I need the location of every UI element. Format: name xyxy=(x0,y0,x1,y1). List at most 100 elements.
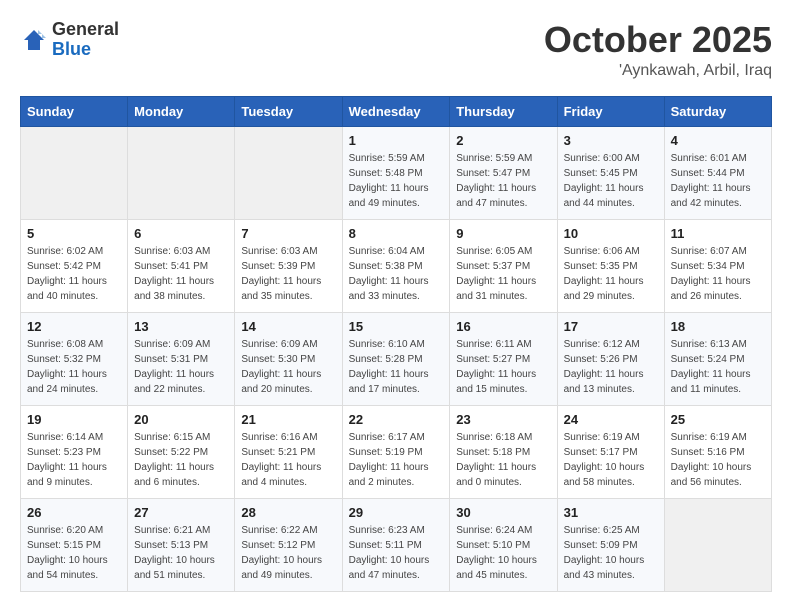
calendar-cell: 22 Sunrise: 6:17 AM Sunset: 5:19 PM Dayl… xyxy=(342,405,450,498)
calendar-cell: 27 Sunrise: 6:21 AM Sunset: 5:13 PM Dayl… xyxy=(128,498,235,591)
daylight-text: Daylight: 11 hours and 24 minutes. xyxy=(27,369,107,395)
sunrise-text: Sunrise: 6:12 AM xyxy=(564,339,640,350)
daylight-text: Daylight: 11 hours and 26 minutes. xyxy=(671,276,751,302)
sunrise-text: Sunrise: 6:20 AM xyxy=(27,525,103,536)
calendar-cell: 31 Sunrise: 6:25 AM Sunset: 5:09 PM Dayl… xyxy=(557,498,664,591)
sunset-text: Sunset: 5:16 PM xyxy=(671,447,745,458)
day-number: 21 xyxy=(241,412,335,427)
sunset-text: Sunset: 5:19 PM xyxy=(349,447,423,458)
calendar-cell: 3 Sunrise: 6:00 AM Sunset: 5:45 PM Dayli… xyxy=(557,126,664,219)
sunrise-text: Sunrise: 5:59 AM xyxy=(456,153,532,164)
daylight-text: Daylight: 11 hours and 13 minutes. xyxy=(564,369,644,395)
calendar-cell: 13 Sunrise: 6:09 AM Sunset: 5:31 PM Dayl… xyxy=(128,312,235,405)
calendar-cell: 12 Sunrise: 6:08 AM Sunset: 5:32 PM Dayl… xyxy=(21,312,128,405)
sunset-text: Sunset: 5:32 PM xyxy=(27,354,101,365)
sunrise-text: Sunrise: 6:15 AM xyxy=(134,432,210,443)
weekday-header-sunday: Sunday xyxy=(21,96,128,126)
daylight-text: Daylight: 10 hours and 54 minutes. xyxy=(27,555,108,581)
sunset-text: Sunset: 5:45 PM xyxy=(564,168,638,179)
day-info: Sunrise: 6:23 AM Sunset: 5:11 PM Dayligh… xyxy=(349,523,444,583)
sunset-text: Sunset: 5:37 PM xyxy=(456,261,530,272)
day-number: 15 xyxy=(349,319,444,334)
location-title: 'Aynkawah, Arbil, Iraq xyxy=(544,62,772,80)
sunset-text: Sunset: 5:35 PM xyxy=(564,261,638,272)
calendar-week-5: 26 Sunrise: 6:20 AM Sunset: 5:15 PM Dayl… xyxy=(21,498,772,591)
day-info: Sunrise: 6:22 AM Sunset: 5:12 PM Dayligh… xyxy=(241,523,335,583)
day-number: 23 xyxy=(456,412,550,427)
day-number: 31 xyxy=(564,505,658,520)
sunrise-text: Sunrise: 5:59 AM xyxy=(349,153,425,164)
calendar-cell: 18 Sunrise: 6:13 AM Sunset: 5:24 PM Dayl… xyxy=(664,312,771,405)
day-info: Sunrise: 6:20 AM Sunset: 5:15 PM Dayligh… xyxy=(27,523,121,583)
day-info: Sunrise: 6:16 AM Sunset: 5:21 PM Dayligh… xyxy=(241,430,335,490)
day-number: 19 xyxy=(27,412,121,427)
sunset-text: Sunset: 5:23 PM xyxy=(27,447,101,458)
day-info: Sunrise: 6:09 AM Sunset: 5:31 PM Dayligh… xyxy=(134,337,228,397)
day-number: 20 xyxy=(134,412,228,427)
day-info: Sunrise: 6:18 AM Sunset: 5:18 PM Dayligh… xyxy=(456,430,550,490)
day-info: Sunrise: 6:05 AM Sunset: 5:37 PM Dayligh… xyxy=(456,244,550,304)
calendar-cell: 19 Sunrise: 6:14 AM Sunset: 5:23 PM Dayl… xyxy=(21,405,128,498)
daylight-text: Daylight: 11 hours and 9 minutes. xyxy=(27,462,107,488)
daylight-text: Daylight: 11 hours and 49 minutes. xyxy=(349,183,429,209)
daylight-text: Daylight: 11 hours and 44 minutes. xyxy=(564,183,644,209)
calendar-cell: 24 Sunrise: 6:19 AM Sunset: 5:17 PM Dayl… xyxy=(557,405,664,498)
month-title: October 2025 xyxy=(544,20,772,60)
calendar-week-4: 19 Sunrise: 6:14 AM Sunset: 5:23 PM Dayl… xyxy=(21,405,772,498)
day-number: 7 xyxy=(241,226,335,241)
calendar-week-3: 12 Sunrise: 6:08 AM Sunset: 5:32 PM Dayl… xyxy=(21,312,772,405)
day-info: Sunrise: 6:12 AM Sunset: 5:26 PM Dayligh… xyxy=(564,337,658,397)
daylight-text: Daylight: 10 hours and 51 minutes. xyxy=(134,555,215,581)
page-header: General Blue October 2025 'Aynkawah, Arb… xyxy=(20,20,772,80)
weekday-header-saturday: Saturday xyxy=(664,96,771,126)
day-number: 12 xyxy=(27,319,121,334)
weekday-header-thursday: Thursday xyxy=(450,96,557,126)
daylight-text: Daylight: 10 hours and 58 minutes. xyxy=(564,462,645,488)
day-number: 11 xyxy=(671,226,765,241)
calendar-cell: 2 Sunrise: 5:59 AM Sunset: 5:47 PM Dayli… xyxy=(450,126,557,219)
day-info: Sunrise: 5:59 AM Sunset: 5:48 PM Dayligh… xyxy=(349,151,444,211)
sunset-text: Sunset: 5:31 PM xyxy=(134,354,208,365)
day-number: 5 xyxy=(27,226,121,241)
sunrise-text: Sunrise: 6:03 AM xyxy=(134,246,210,257)
daylight-text: Daylight: 11 hours and 17 minutes. xyxy=(349,369,429,395)
day-number: 3 xyxy=(564,133,658,148)
day-info: Sunrise: 6:24 AM Sunset: 5:10 PM Dayligh… xyxy=(456,523,550,583)
sunrise-text: Sunrise: 6:22 AM xyxy=(241,525,317,536)
day-number: 13 xyxy=(134,319,228,334)
calendar-cell xyxy=(235,126,342,219)
day-info: Sunrise: 6:03 AM Sunset: 5:41 PM Dayligh… xyxy=(134,244,228,304)
day-number: 28 xyxy=(241,505,335,520)
daylight-text: Daylight: 11 hours and 0 minutes. xyxy=(456,462,536,488)
sunset-text: Sunset: 5:42 PM xyxy=(27,261,101,272)
day-info: Sunrise: 6:03 AM Sunset: 5:39 PM Dayligh… xyxy=(241,244,335,304)
calendar-cell: 7 Sunrise: 6:03 AM Sunset: 5:39 PM Dayli… xyxy=(235,219,342,312)
sunrise-text: Sunrise: 6:16 AM xyxy=(241,432,317,443)
sunrise-text: Sunrise: 6:01 AM xyxy=(671,153,747,164)
calendar-cell: 20 Sunrise: 6:15 AM Sunset: 5:22 PM Dayl… xyxy=(128,405,235,498)
sunrise-text: Sunrise: 6:08 AM xyxy=(27,339,103,350)
sunset-text: Sunset: 5:48 PM xyxy=(349,168,423,179)
day-info: Sunrise: 6:01 AM Sunset: 5:44 PM Dayligh… xyxy=(671,151,765,211)
sunrise-text: Sunrise: 6:09 AM xyxy=(134,339,210,350)
daylight-text: Daylight: 10 hours and 56 minutes. xyxy=(671,462,752,488)
day-number: 9 xyxy=(456,226,550,241)
sunrise-text: Sunrise: 6:07 AM xyxy=(671,246,747,257)
daylight-text: Daylight: 11 hours and 35 minutes. xyxy=(241,276,321,302)
day-info: Sunrise: 6:25 AM Sunset: 5:09 PM Dayligh… xyxy=(564,523,658,583)
day-info: Sunrise: 5:59 AM Sunset: 5:47 PM Dayligh… xyxy=(456,151,550,211)
day-info: Sunrise: 6:10 AM Sunset: 5:28 PM Dayligh… xyxy=(349,337,444,397)
calendar-cell: 26 Sunrise: 6:20 AM Sunset: 5:15 PM Dayl… xyxy=(21,498,128,591)
daylight-text: Daylight: 11 hours and 22 minutes. xyxy=(134,369,214,395)
daylight-text: Daylight: 11 hours and 38 minutes. xyxy=(134,276,214,302)
day-number: 27 xyxy=(134,505,228,520)
sunrise-text: Sunrise: 6:17 AM xyxy=(349,432,425,443)
day-info: Sunrise: 6:09 AM Sunset: 5:30 PM Dayligh… xyxy=(241,337,335,397)
calendar-cell: 8 Sunrise: 6:04 AM Sunset: 5:38 PM Dayli… xyxy=(342,219,450,312)
day-number: 8 xyxy=(349,226,444,241)
weekday-header-wednesday: Wednesday xyxy=(342,96,450,126)
day-info: Sunrise: 6:08 AM Sunset: 5:32 PM Dayligh… xyxy=(27,337,121,397)
daylight-text: Daylight: 11 hours and 29 minutes. xyxy=(564,276,644,302)
sunset-text: Sunset: 5:11 PM xyxy=(349,540,422,551)
sunrise-text: Sunrise: 6:06 AM xyxy=(564,246,640,257)
